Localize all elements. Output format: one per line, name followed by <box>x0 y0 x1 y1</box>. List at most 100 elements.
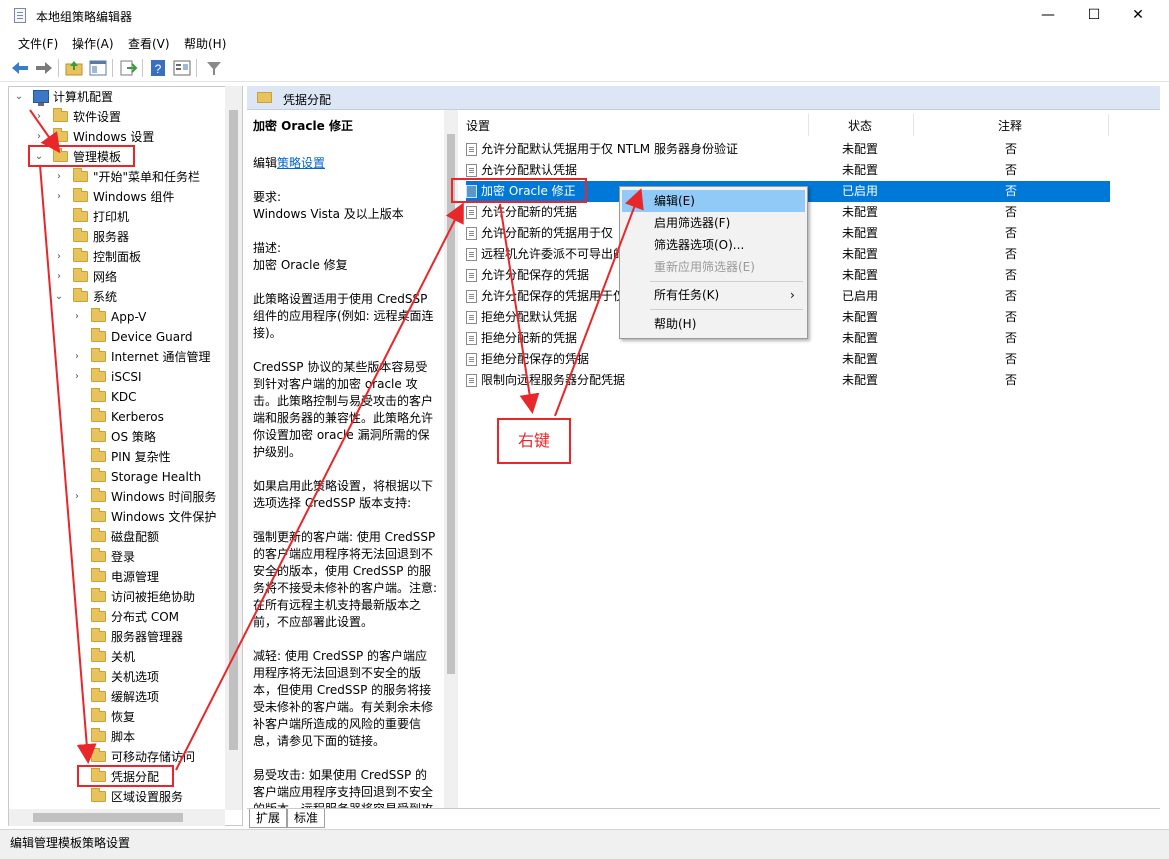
highlight-box-admin-templates <box>28 145 135 167</box>
folder-icon <box>91 688 106 702</box>
annotation-label: 右键 <box>497 418 571 464</box>
table-row[interactable]: 允许分配默认凭据用于仅 NTLM 服务器身份验证 未配置否 <box>466 139 1110 160</box>
column-state[interactable]: 状态 <box>848 116 872 136</box>
menu-file[interactable]: 文件(F) <box>18 35 58 52</box>
properties-icon[interactable] <box>172 58 192 78</box>
status-text: 编辑管理模板策略设置 <box>10 836 131 850</box>
description-pane: 加密 Oracle 修正 编辑策略设置 要求: Windows Vista 及以上… <box>253 119 438 808</box>
app-icon <box>14 8 26 23</box>
expand-arrow-icon[interactable]: › <box>33 107 45 127</box>
expand-arrow-icon[interactable]: › <box>33 127 45 147</box>
menu-action[interactable]: 操作(A) <box>72 35 114 52</box>
folder-icon <box>91 448 106 462</box>
expand-arrow-icon[interactable]: › <box>53 187 65 207</box>
tree-horizontal-scrollbar[interactable] <box>9 809 225 826</box>
menu-item-enable-filter[interactable]: 启用筛选器(F) <box>622 212 805 234</box>
folder-icon <box>73 288 88 302</box>
tab-extended[interactable]: 扩展 <box>249 809 288 828</box>
column-note[interactable]: 注释 <box>998 116 1022 136</box>
back-icon[interactable] <box>10 58 30 78</box>
folder-icon <box>91 748 106 762</box>
panel-header: 凭据分配 <box>247 86 1160 110</box>
menu-item-edit[interactable]: 编辑(E) <box>622 190 805 212</box>
folder-icon <box>53 108 68 122</box>
policy-icon <box>466 164 477 177</box>
tree-vertical-scrollbar[interactable] <box>225 86 242 810</box>
expand-arrow-icon[interactable]: › <box>71 487 83 507</box>
policy-icon <box>466 269 477 282</box>
minimize-button[interactable]: — <box>1025 0 1071 32</box>
expand-arrow-icon[interactable]: ⌄ <box>13 87 25 107</box>
context-menu: 编辑(E) 启用筛选器(F) 筛选器选项(O)... 重新应用筛选器(E) 所有… <box>619 186 808 339</box>
folder-icon <box>91 488 106 502</box>
folder-icon <box>73 168 88 182</box>
tab-standard[interactable]: 标准 <box>287 809 326 828</box>
edit-policy-link[interactable]: 策略设置 <box>277 156 325 170</box>
menu-help[interactable]: 帮助(H) <box>184 35 226 52</box>
expand-arrow-icon[interactable]: › <box>53 167 65 187</box>
folder-icon <box>91 568 106 582</box>
maximize-button[interactable]: ☐ <box>1071 0 1117 32</box>
panel-title: 凭据分配 <box>283 93 332 107</box>
folder-icon <box>73 248 88 262</box>
menu-item-all-tasks[interactable]: 所有任务(K) › <box>622 284 805 306</box>
folder-icon <box>91 468 106 482</box>
folder-icon <box>73 268 88 282</box>
folder-icon <box>91 308 106 322</box>
toolbar: ? <box>0 54 1169 82</box>
menu-item-filter-options[interactable]: 筛选器选项(O)... <box>622 234 805 256</box>
policy-icon <box>466 206 477 219</box>
description-scrollbar[interactable] <box>444 110 458 808</box>
window-title: 本地组策略编辑器 <box>36 10 133 24</box>
title-bar: 本地组策略编辑器 — ☐ ✕ <box>0 0 1169 32</box>
policy-icon <box>466 248 477 261</box>
scroll-thumb[interactable] <box>33 813 183 822</box>
folder-icon <box>73 188 88 202</box>
expand-arrow-icon[interactable]: › <box>53 247 65 267</box>
menu-item-reapply-filter: 重新应用筛选器(E) <box>654 260 755 274</box>
policy-icon <box>466 311 477 324</box>
folder-icon <box>73 228 88 242</box>
export-icon[interactable] <box>118 58 138 78</box>
policy-heading: 加密 Oracle 修正 <box>253 119 353 133</box>
policy-icon <box>466 332 477 345</box>
filter-icon[interactable] <box>204 58 224 78</box>
show-tree-icon[interactable] <box>88 58 108 78</box>
table-row[interactable]: 拒绝分配保存的凭据 未配置否 <box>466 349 1110 370</box>
expand-arrow-icon[interactable]: › <box>71 307 83 327</box>
scroll-thumb[interactable] <box>447 134 455 674</box>
policy-icon <box>466 290 477 303</box>
folder-icon <box>91 528 106 542</box>
expand-arrow-icon[interactable]: ⌄ <box>53 287 65 307</box>
highlight-box-credentials-delegation <box>77 765 174 787</box>
expand-arrow-icon[interactable]: › <box>71 347 83 367</box>
submenu-arrow-icon: › <box>790 288 795 302</box>
policy-icon <box>466 143 477 156</box>
status-bar: 编辑管理模板策略设置 <box>0 829 1169 859</box>
highlight-box-oracle-remediation <box>451 178 587 203</box>
folder-icon <box>91 348 106 362</box>
menu-view[interactable]: 查看(V) <box>128 35 170 52</box>
forward-icon[interactable] <box>34 58 54 78</box>
help-icon[interactable]: ? <box>148 58 168 78</box>
folder-icon <box>91 368 106 382</box>
tree-pane: ⌄ 计算机配置 › 软件设置 › Windows 设置 ⌄ 管理模板 › "开始… <box>8 86 243 826</box>
folder-icon <box>91 708 106 722</box>
scroll-thumb[interactable] <box>229 110 238 750</box>
table-row[interactable]: 限制向远程服务器分配凭据 未配置否 <box>466 370 1110 391</box>
close-button[interactable]: ✕ <box>1115 0 1161 32</box>
folder-icon <box>91 388 106 402</box>
expand-arrow-icon[interactable]: › <box>71 367 83 387</box>
up-folder-icon[interactable] <box>64 58 84 78</box>
policy-icon <box>466 227 477 240</box>
folder-icon <box>91 648 106 662</box>
folder-icon <box>91 588 106 602</box>
computer-icon <box>33 90 49 106</box>
menu-item-help[interactable]: 帮助(H) <box>622 313 805 335</box>
view-tabs: 扩展 标准 <box>247 808 1160 828</box>
folder-icon <box>91 408 106 422</box>
folder-icon <box>91 628 106 642</box>
expand-arrow-icon[interactable]: › <box>53 267 65 287</box>
folder-icon <box>91 328 106 342</box>
column-setting[interactable]: 设置 <box>466 116 490 136</box>
